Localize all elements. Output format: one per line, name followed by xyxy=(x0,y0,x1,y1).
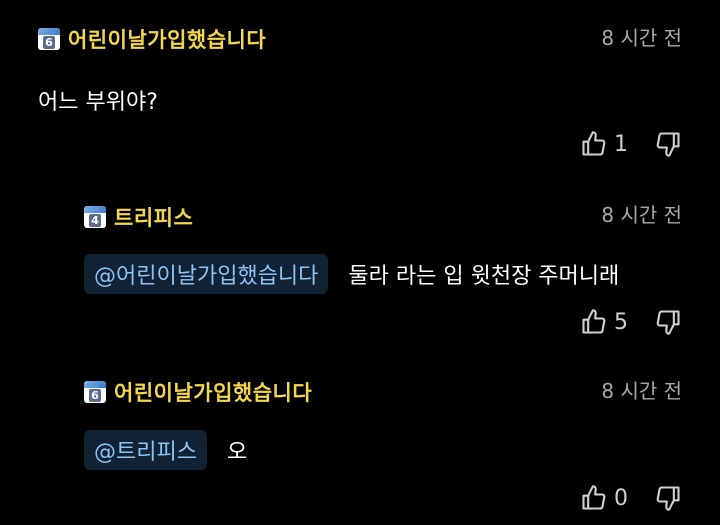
dislike-button[interactable] xyxy=(654,130,682,158)
dislike-button[interactable] xyxy=(654,308,682,336)
thumbs-up-icon xyxy=(582,309,606,334)
author-name[interactable]: 어린이날가입했습니다 xyxy=(114,377,312,407)
level-badge-icon: 6 xyxy=(84,381,106,403)
thumbs-up-icon xyxy=(582,131,606,156)
like-button[interactable]: 0 xyxy=(580,484,654,512)
comment-actions: 5 xyxy=(580,308,682,336)
thumbs-up-icon xyxy=(582,485,606,510)
mention-link[interactable]: @트리피스 xyxy=(84,430,207,470)
author-name[interactable]: 트리피스 xyxy=(114,202,193,232)
like-button[interactable]: 1 xyxy=(580,130,654,158)
author-name[interactable]: 어린이날가입했습니다 xyxy=(68,24,266,54)
level-badge-icon: 4 xyxy=(84,206,106,228)
comment-actions: 1 xyxy=(580,130,682,158)
comment-header: 6 어린이날가입했습니다 xyxy=(84,377,312,407)
thumbs-down-icon xyxy=(656,486,680,511)
comment-time: 8 시간 전 xyxy=(601,379,682,403)
comment-text: 둘라 라는 입 윗천장 주머니래 xyxy=(348,264,620,289)
comment-actions: 0 xyxy=(580,484,682,512)
comment-time: 8 시간 전 xyxy=(601,26,682,50)
like-button[interactable]: 5 xyxy=(580,308,654,336)
comment-time: 8 시간 전 xyxy=(601,203,682,227)
comment-header: 4 트리피스 xyxy=(84,202,193,232)
like-count: 1 xyxy=(614,131,628,157)
comment-body: @트리피스 오 xyxy=(84,430,247,470)
like-count: 0 xyxy=(614,485,628,511)
dislike-button[interactable] xyxy=(654,484,682,512)
comment-body: @어린이날가입했습니다 둘라 라는 입 윗천장 주머니래 xyxy=(84,254,619,294)
level-badge-icon: 6 xyxy=(38,28,60,50)
like-count: 5 xyxy=(614,309,628,335)
comment-text: 어느 부위야? xyxy=(38,90,158,115)
comment-header: 6 어린이날가입했습니다 xyxy=(38,24,266,54)
thumbs-down-icon xyxy=(656,310,680,335)
comment-text: 오 xyxy=(226,440,248,465)
comment-body: 어느 부위야? xyxy=(38,84,158,116)
mention-link[interactable]: @어린이날가입했습니다 xyxy=(84,254,329,294)
thumbs-down-icon xyxy=(656,132,680,157)
